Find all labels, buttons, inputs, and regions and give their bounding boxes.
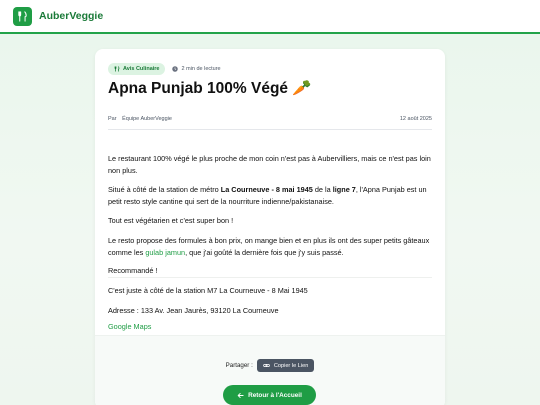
paragraph: Tout est végétarien et c'est super bon ! <box>108 216 234 225</box>
article-meta: Avis Culinaire 2 min de lecture <box>108 63 221 75</box>
category-badge: Avis Culinaire <box>108 63 166 75</box>
fork-knife-logo-icon[interactable] <box>13 6 32 26</box>
fork-knife-icon <box>114 66 120 72</box>
top-navbar: AuberVeggie <box>0 0 540 34</box>
clock-icon <box>172 66 179 72</box>
arrow-left-icon <box>237 392 244 398</box>
copy-link-label: Copier le Lien <box>273 362 309 369</box>
brand-name[interactable]: AuberVeggie <box>39 10 103 22</box>
gulab-jamun-link[interactable]: gulab jamun <box>145 248 185 257</box>
article-card: Avis Culinaire 2 min de lecture Apna Pun… <box>95 49 445 405</box>
paragraph: Le resto propose des formules à bon prix… <box>108 235 432 260</box>
metro-line: ligne 7 <box>332 185 356 194</box>
content-divider <box>108 277 432 278</box>
link-icon <box>263 363 270 368</box>
header-divider <box>108 129 432 130</box>
text: , que j'ai goûté la dernière fois que j'… <box>185 248 344 258</box>
author-row: Par Équipe AuberVeggie 12 août 2025 <box>108 116 432 122</box>
category-label: Avis Culinaire <box>123 66 160 72</box>
publish-date: 12 août 2025 <box>399 116 432 122</box>
paragraph: Le restaurant 100% végé le plus proche d… <box>108 154 431 176</box>
share-row: Partager : Copier le Lien <box>95 359 445 372</box>
paragraph: Situé à côté de la station de métro La C… <box>108 184 432 209</box>
paragraph: Recommandé ! <box>108 266 158 275</box>
text: de la <box>312 185 333 194</box>
article-footer: Partager : Copier le Lien Retour à l'Acc… <box>95 335 445 405</box>
paragraph: C'est juste à côté de la station M7 La C… <box>108 286 308 295</box>
by-label: Par <box>108 116 117 122</box>
read-time-label: 2 min de lecture <box>181 66 221 72</box>
read-time: 2 min de lecture <box>172 66 221 72</box>
google-maps-link[interactable]: Google Maps <box>108 321 432 333</box>
text: Situé à côté de la station de métro <box>108 185 221 194</box>
address: Adresse : 133 Av. Jean Jaurès, 93120 La … <box>108 306 279 315</box>
author-name: Équipe AuberVeggie <box>122 116 172 122</box>
station-name: La Courneuve - 8 mai 1945 <box>220 185 313 194</box>
copy-link-button[interactable]: Copier le Lien <box>256 359 315 372</box>
back-home-label: Retour à l'Accueil <box>248 391 302 399</box>
back-home-button[interactable]: Retour à l'Accueil <box>223 385 316 405</box>
share-label: Partager : <box>225 362 253 369</box>
article-title: Apna Punjab 100% Végé 🥕 <box>108 80 312 97</box>
